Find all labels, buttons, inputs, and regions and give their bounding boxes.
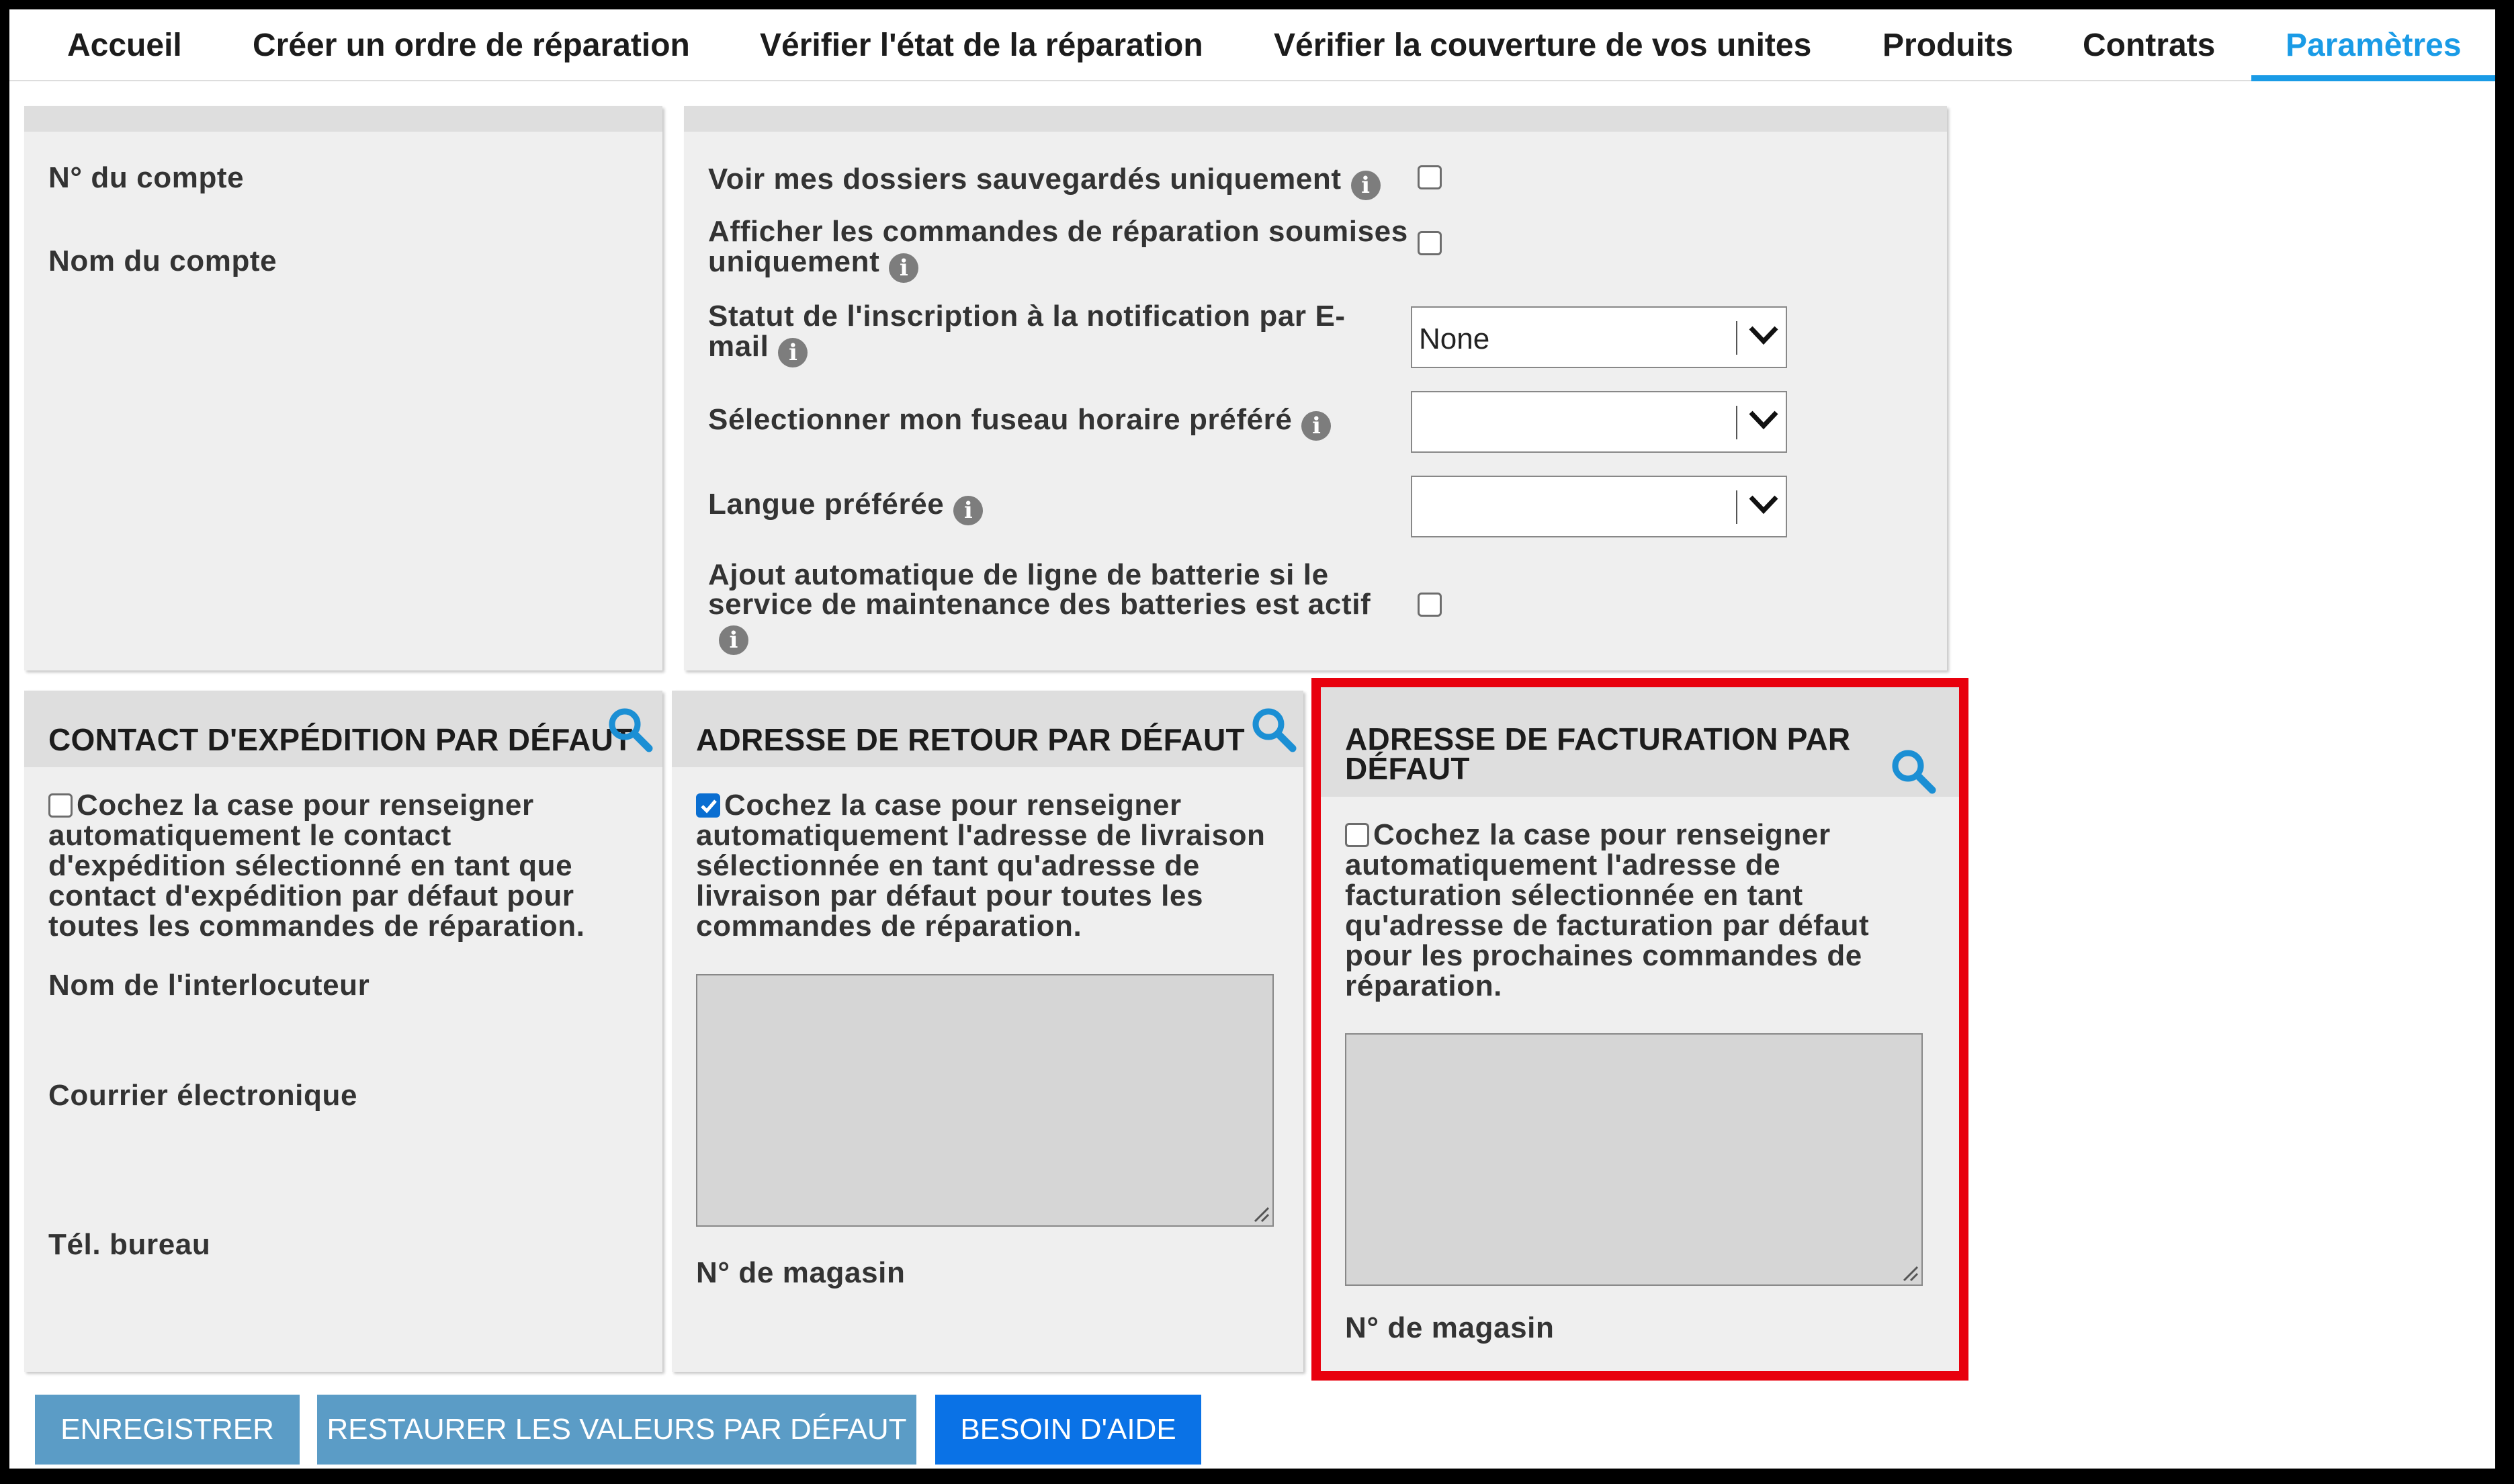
panel-header-strip: [684, 106, 1947, 132]
active-tab-indicator: [2251, 75, 2495, 81]
return-title: ADRESSE DE RETOUR PAR DÉFAUT: [696, 722, 1245, 757]
email-status-select[interactable]: None: [1411, 306, 1787, 368]
tab-produits[interactable]: Produits: [1882, 9, 2013, 80]
info-icon[interactable]: i: [719, 625, 748, 655]
battery-label: Ajout automatique de ligne de batterie s…: [708, 558, 1371, 655]
help-button[interactable]: BESOIN D'AIDE: [935, 1395, 1201, 1465]
chevron-down-icon: [1749, 495, 1778, 515]
panel-header-strip: [24, 106, 662, 132]
select-separator: [1736, 406, 1737, 439]
resize-grip-icon[interactable]: [1252, 1205, 1270, 1223]
top-navigation: Accueil Créer un ordre de réparation Vér…: [9, 9, 2495, 81]
language-label: Langue préférée i: [708, 489, 984, 525]
billing-highlight-frame: [1311, 678, 1968, 1381]
contact-name-label: Nom de l'interlocuteur: [48, 969, 370, 1002]
restore-defaults-button[interactable]: RESTAURER LES VALEURS PAR DÉFAUT: [317, 1395, 916, 1465]
search-icon[interactable]: [1250, 705, 1298, 754]
email-status-value: None: [1419, 322, 1490, 355]
submitted-only-checkbox[interactable]: [1418, 231, 1442, 255]
return-checkbox-text: Cochez la case pour renseigner automatiqu…: [696, 789, 1266, 943]
language-select[interactable]: [1411, 476, 1787, 537]
saved-only-label: Voir mes dossiers sauvegardés uniquement…: [708, 164, 1381, 200]
preferences-panel: Voir mes dossiers sauvegardés uniquement…: [684, 106, 1947, 670]
info-icon[interactable]: i: [1301, 411, 1332, 441]
return-address-panel: ADRESSE DE RETOUR PAR DÉFAUT Cochez la c…: [672, 691, 1303, 1372]
submitted-only-label: Afficher les commandes de réparation sou…: [708, 215, 1408, 283]
panel-header: CONTACT D'EXPÉDITION PAR DÉFAUT: [24, 691, 662, 767]
tab-contrats[interactable]: Contrats: [2083, 9, 2215, 80]
info-icon[interactable]: i: [953, 496, 984, 525]
account-name-label: Nom du compte: [48, 245, 277, 277]
shipping-title: CONTACT D'EXPÉDITION PAR DÉFAUT: [48, 722, 633, 757]
battery-checkbox[interactable]: [1418, 593, 1442, 617]
info-icon[interactable]: i: [778, 338, 808, 367]
tab-verifier-etat[interactable]: Vérifier l'état de la réparation: [760, 9, 1203, 80]
return-address-textarea[interactable]: [696, 974, 1274, 1227]
email-label: Courrier électronique: [48, 1079, 358, 1112]
save-button[interactable]: ENREGISTRER: [35, 1395, 300, 1465]
account-number-label: N° du compte: [48, 161, 245, 194]
shipping-checkbox-text: Cochez la case pour renseigner automatiqu…: [48, 789, 585, 943]
tab-creer-ordre[interactable]: Créer un ordre de réparation: [253, 9, 690, 80]
account-panel: N° du compte Nom du compte: [24, 106, 662, 670]
select-separator: [1736, 321, 1737, 355]
search-icon[interactable]: [606, 705, 654, 754]
tab-verifier-couverture[interactable]: Vérifier la couverture de vos unites: [1274, 9, 1811, 80]
email-status-label: Statut de l'inscription à la notificatio…: [708, 300, 1346, 367]
return-store-label: N° de magasin: [696, 1256, 906, 1289]
office-phone-label: Tél. bureau: [48, 1228, 211, 1261]
chevron-down-icon: [1749, 410, 1778, 430]
timezone-select[interactable]: [1411, 391, 1787, 453]
timezone-label: Sélectionner mon fuseau horaire préféré i: [708, 404, 1332, 441]
select-separator: [1736, 490, 1737, 524]
tab-accueil[interactable]: Accueil: [67, 9, 182, 80]
shipping-autofill-checkbox[interactable]: [48, 793, 73, 818]
panel-header: ADRESSE DE RETOUR PAR DÉFAUT: [672, 691, 1303, 767]
return-autofill-checkbox[interactable]: [696, 793, 720, 818]
shipping-contact-panel: CONTACT D'EXPÉDITION PAR DÉFAUT Cochez l…: [24, 691, 662, 1372]
info-icon[interactable]: i: [889, 253, 919, 283]
tab-parametres[interactable]: Paramètres: [2286, 9, 2462, 80]
settings-page: Accueil Créer un ordre de réparation Vér…: [9, 9, 2495, 1469]
saved-only-checkbox[interactable]: [1418, 165, 1442, 189]
info-icon[interactable]: i: [1350, 171, 1381, 200]
chevron-down-icon: [1749, 326, 1778, 345]
